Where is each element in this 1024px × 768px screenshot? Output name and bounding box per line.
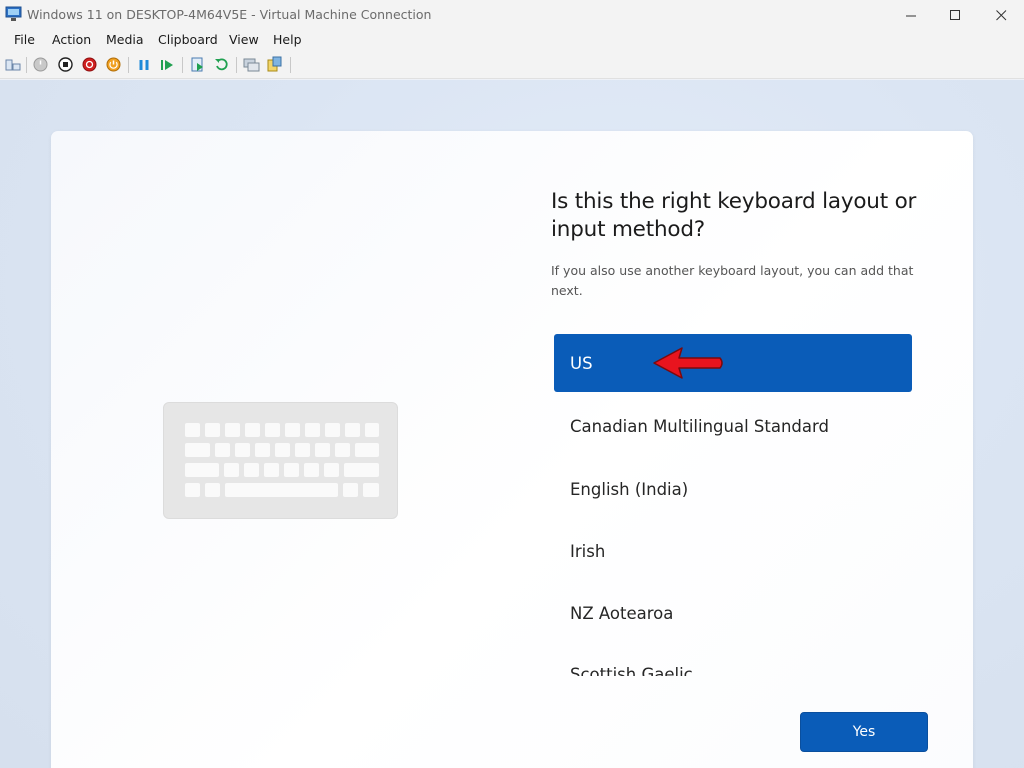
shutdown-button[interactable] [81, 56, 98, 73]
layout-option-us[interactable]: US [554, 334, 912, 392]
minimize-icon [905, 15, 916, 16]
revert-icon [215, 58, 228, 71]
start-icon [33, 57, 48, 72]
ctrl-alt-del-button[interactable] [4, 56, 21, 73]
enhanced-session-icon [243, 58, 260, 71]
layout-option-irish[interactable]: Irish [554, 522, 912, 580]
red-arrow-annotation [653, 347, 723, 379]
menu-view[interactable]: View [229, 32, 259, 47]
page-subtitle: If you also use another keyboard layout,… [551, 263, 914, 298]
yes-button[interactable]: Yes [800, 712, 928, 752]
layout-option-canadian-multilingual[interactable]: Canadian Multilingual Standard [554, 397, 912, 455]
share-icon [267, 56, 282, 72]
resume-icon [161, 59, 173, 70]
pause-icon [139, 59, 148, 70]
ctrl-alt-del-icon [5, 59, 20, 70]
shutdown-icon [82, 57, 97, 72]
menu-file[interactable]: File [14, 32, 35, 47]
close-button[interactable] [978, 0, 1024, 30]
turn-off-icon [58, 57, 73, 72]
page-title: Is this the right keyboard layout or inp… [551, 189, 917, 242]
menu-action[interactable]: Action [52, 32, 91, 47]
start-button[interactable] [32, 56, 49, 73]
menu-help[interactable]: Help [273, 32, 302, 47]
maximize-icon [949, 9, 960, 20]
vm-connection-icon [5, 6, 22, 21]
save-button[interactable] [105, 56, 122, 73]
window-title: Windows 11 on DESKTOP-4M64V5E - Virtual … [27, 7, 432, 22]
close-icon [995, 9, 1006, 20]
title-bar: Windows 11 on DESKTOP-4M64V5E - Virtual … [0, 0, 1024, 30]
pause-button[interactable] [135, 56, 152, 73]
turn-off-button[interactable] [57, 56, 74, 73]
layout-option-scottish-gaelic[interactable]: Scottish Gaelic [554, 645, 912, 677]
enhanced-session-button[interactable] [243, 56, 260, 73]
maximize-button[interactable] [932, 0, 978, 30]
toolbar [0, 51, 1024, 79]
layout-option-english-india[interactable]: English (India) [554, 460, 912, 518]
keyboard-illustration [163, 402, 398, 519]
keyboard-layout-list[interactable]: US Canadian Multilingual Standard Englis… [554, 334, 912, 676]
menu-bar: File Action Media Clipboard View Help [0, 30, 1024, 51]
menu-media[interactable]: Media [106, 32, 144, 47]
minimize-button[interactable] [888, 0, 934, 30]
resume-button[interactable] [159, 56, 176, 73]
checkpoint-button[interactable] [189, 56, 206, 73]
checkpoint-icon [191, 57, 203, 71]
layout-option-nz-aotearoa[interactable]: NZ Aotearoa [554, 584, 912, 642]
share-button[interactable] [266, 56, 283, 73]
revert-button[interactable] [213, 56, 230, 73]
menu-clipboard[interactable]: Clipboard [158, 32, 218, 47]
save-icon [106, 57, 121, 72]
